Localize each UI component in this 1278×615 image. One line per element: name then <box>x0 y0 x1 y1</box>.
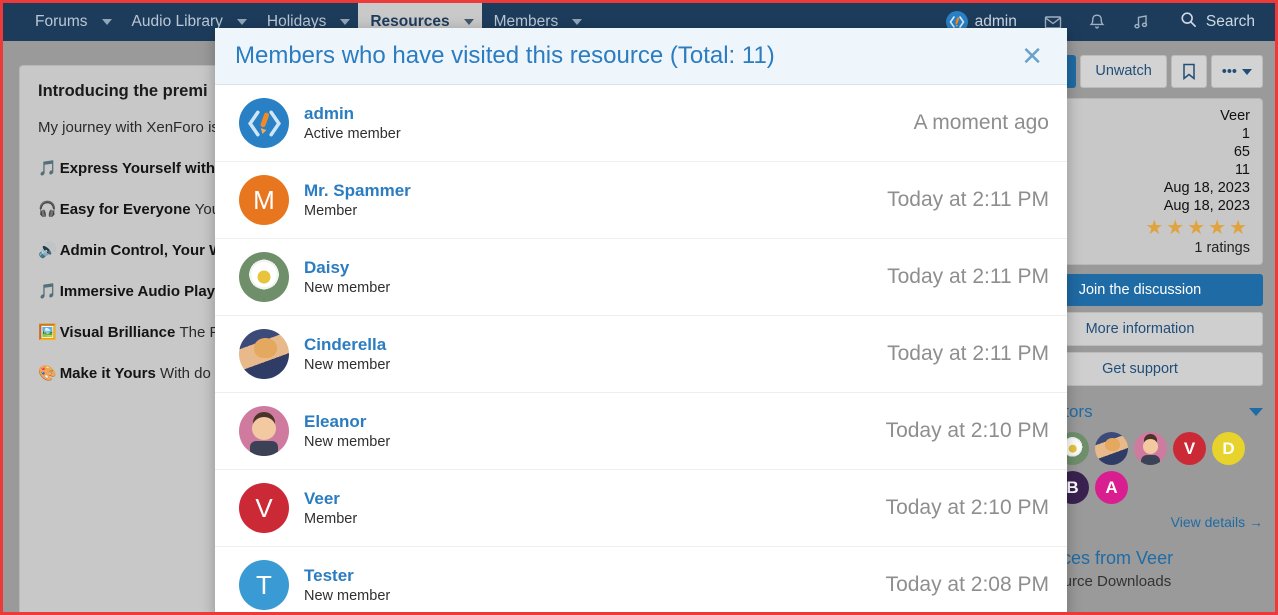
visitor-user-title: Member <box>304 203 358 219</box>
visitor-name[interactable]: Tester <box>304 566 390 586</box>
chevron-down-icon <box>1242 68 1252 75</box>
visitor-info: Tester New member <box>304 566 390 604</box>
paragraph-emoji-icon: 🎵 <box>38 160 57 177</box>
paragraph-emoji-icon: 🎵 <box>38 283 57 300</box>
avatar[interactable]: M <box>239 175 289 225</box>
visit-timestamp: Today at 2:11 PM <box>887 265 1049 288</box>
paragraph-heading: Immersive Audio Play <box>59 283 216 300</box>
search-button[interactable]: Search <box>1163 3 1261 41</box>
visitor-user-title: New member <box>304 280 391 296</box>
paragraph-emoji-icon: 🔊 <box>38 242 57 259</box>
browser-frame: Forums Audio Library Holidays Resources Memb… <box>0 0 1278 615</box>
avatar[interactable]: V <box>239 483 289 533</box>
visitor-user-title: New member <box>304 357 391 373</box>
visitor-info: Mr. Spammer Member <box>304 181 411 219</box>
visitor-row[interactable]: Daisy New member Today at 2:11 PM <box>215 239 1067 316</box>
visitor-user-title: New member <box>304 434 391 450</box>
paragraph-heading: Visual Brilliance <box>59 324 180 341</box>
visit-timestamp: Today at 2:11 PM <box>887 188 1049 211</box>
visit-timestamp: Today at 2:11 PM <box>887 342 1049 365</box>
avatar[interactable] <box>239 252 289 302</box>
visit-timestamp: Today at 2:08 PM <box>885 573 1049 596</box>
meta-value[interactable]: Veer <box>1220 108 1250 124</box>
chevron-down-icon <box>463 19 474 25</box>
visitor-row[interactable]: admin Active member A moment ago <box>215 85 1067 162</box>
paragraph-heading: Express Yourself with <box>59 160 220 177</box>
visitor-avatar[interactable]: D <box>1212 432 1245 465</box>
avatar[interactable] <box>239 329 289 379</box>
meta-value: Aug 18, 2023 <box>1163 198 1250 214</box>
more-options-button[interactable]: ••• <box>1210 55 1263 88</box>
more-options-label: ••• <box>1221 63 1237 80</box>
visitor-row[interactable]: V Veer Member Today at 2:10 PM <box>215 470 1067 547</box>
music-note-icon[interactable] <box>1119 3 1163 41</box>
visitor-user-title: Member <box>304 511 358 527</box>
nav-tab-label: Audio Library <box>131 13 223 30</box>
visitor-avatar[interactable]: A <box>1095 471 1128 504</box>
nav-tab-caret[interactable] <box>94 3 120 41</box>
visitor-info: Daisy New member <box>304 258 390 296</box>
meta-value: 11 <box>1234 162 1250 178</box>
meta-value: 1 <box>1241 126 1250 142</box>
nav-tab-forums[interactable]: Forums <box>23 3 94 41</box>
paragraph-heading: Easy for Everyone <box>59 201 195 218</box>
visitor-name[interactable]: Daisy <box>304 258 390 278</box>
visitor-user-title: Active member <box>304 126 401 142</box>
paragraph-emoji-icon: 🎧 <box>38 201 57 218</box>
search-icon <box>1179 10 1198 34</box>
visitor-row[interactable]: Cinderella New member Today at 2:11 PM <box>215 316 1067 393</box>
chevron-down-icon <box>101 19 112 25</box>
visitor-row[interactable]: Eleanor New member Today at 2:10 PM <box>215 393 1067 470</box>
nav-tab-audio-library[interactable]: Audio Library <box>120 3 229 41</box>
chevron-down-icon[interactable] <box>1249 408 1263 416</box>
visit-timestamp: Today at 2:10 PM <box>885 496 1049 519</box>
paragraph-emoji-icon: 🎨 <box>38 365 57 382</box>
visit-timestamp: A moment ago <box>913 111 1049 134</box>
avatar[interactable] <box>239 98 289 148</box>
avatar[interactable]: T <box>239 560 289 610</box>
search-label: Search <box>1205 13 1255 30</box>
paragraph-heading: Admin Control, Your W <box>59 242 224 259</box>
visitors-list: admin Active member A moment ago M Mr. Spamm… <box>215 85 1067 612</box>
modal-title: Members who have visited this resource (… <box>235 42 775 69</box>
nav-tab-label: Forums <box>35 13 88 30</box>
visitors-modal: Members who have visited this resource (… <box>215 28 1067 612</box>
chevron-down-icon <box>572 19 583 25</box>
modal-header: Members who have visited this resource (… <box>215 28 1067 85</box>
visitor-info: Veer Member <box>304 489 357 527</box>
bell-icon[interactable] <box>1075 3 1119 41</box>
visitor-name[interactable]: Veer <box>304 489 357 509</box>
visit-timestamp: Today at 2:10 PM <box>885 419 1049 442</box>
visitor-name[interactable]: admin <box>304 104 401 124</box>
meta-value: 65 <box>1233 144 1250 160</box>
visitor-row[interactable]: T Tester New member Today at 2:08 PM <box>215 547 1067 612</box>
visitor-name[interactable]: Cinderella <box>304 335 390 355</box>
visitor-row[interactable]: M Mr. Spammer Member Today at 2:11 PM <box>215 162 1067 239</box>
visitor-info: admin Active member <box>304 104 401 142</box>
paragraph-emoji-icon: 🖼️ <box>38 324 57 341</box>
avatar[interactable] <box>239 406 289 456</box>
unwatch-button[interactable]: Unwatch <box>1080 55 1167 88</box>
visitor-info: Cinderella New member <box>304 335 390 373</box>
paragraph-heading: Make it Yours <box>59 365 160 382</box>
meta-value: Aug 18, 2023 <box>1163 180 1250 196</box>
chevron-down-icon <box>340 19 351 25</box>
visitor-avatar[interactable] <box>1095 432 1128 465</box>
bookmark-icon[interactable] <box>1170 55 1207 88</box>
close-icon[interactable]: ✕ <box>1017 43 1047 69</box>
visitor-info: Eleanor New member <box>304 412 390 450</box>
chevron-down-icon <box>236 19 247 25</box>
visitor-name[interactable]: Mr. Spammer <box>304 181 411 201</box>
visitor-user-title: New member <box>304 588 391 604</box>
visitor-avatar[interactable] <box>1134 432 1167 465</box>
visitor-avatar[interactable]: V <box>1173 432 1206 465</box>
visitor-name[interactable]: Eleanor <box>304 412 390 432</box>
view-details-link[interactable]: View details → <box>1171 514 1263 530</box>
